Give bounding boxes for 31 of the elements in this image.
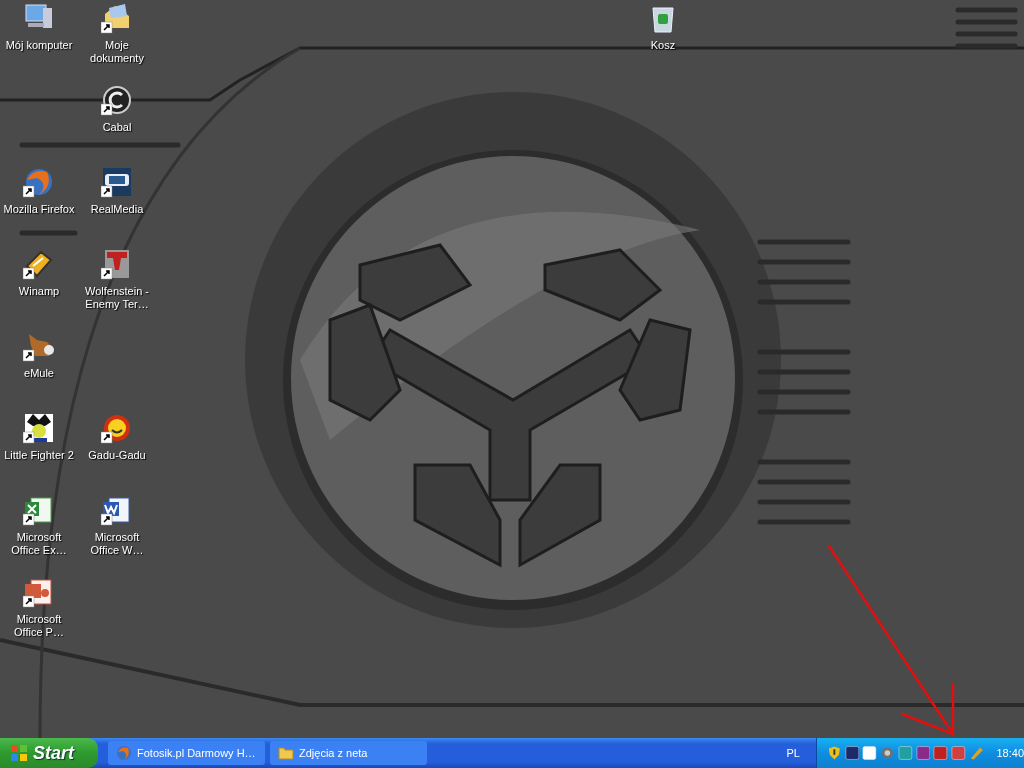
globe-icon [116, 745, 132, 761]
globe-icon[interactable] [23, 166, 55, 198]
icon-label[interactable]: Winamp [1, 285, 77, 298]
language-indicator[interactable]: PL [786, 747, 800, 759]
sun-icon[interactable] [101, 412, 133, 444]
taskbar-button[interactable]: Zdjęcia z neta [270, 741, 427, 765]
icon-label[interactable]: Microsoft Office W… [79, 531, 155, 557]
folder-icon [278, 746, 294, 760]
clock[interactable]: 18:40 [996, 747, 1024, 759]
presentation-icon[interactable] [23, 576, 55, 608]
taskbar-button[interactable]: Fotosik.pl Darmowy H… [108, 741, 265, 765]
character-icon[interactable] [23, 412, 55, 444]
windows-logo-icon [10, 744, 28, 762]
icon-label[interactable]: Mozilla Firefox [1, 203, 77, 216]
icon-label[interactable]: Microsoft Office Ex… [1, 531, 77, 557]
spreadsheet-icon[interactable] [23, 494, 55, 526]
icon-label[interactable]: Mój komputer [1, 39, 77, 52]
shield-icon[interactable] [827, 745, 842, 761]
start-button[interactable]: Start [0, 738, 98, 768]
document-icon[interactable] [101, 494, 133, 526]
icon-label[interactable]: Gadu-Gadu [79, 449, 155, 462]
icon-label[interactable]: eMule [1, 367, 77, 380]
icon-label[interactable]: Little Fighter 2 [1, 449, 77, 462]
icon-label[interactable]: Wolfenstein - Enemy Ter… [79, 285, 155, 311]
icon-label[interactable]: RealMedia [79, 203, 155, 216]
icon-label[interactable]: Cabal [79, 121, 155, 134]
icon-label[interactable]: Kosz [625, 39, 701, 52]
disc-icon[interactable] [101, 84, 133, 116]
media-player-icon[interactable] [101, 166, 133, 198]
icon-label[interactable]: Microsoft Office P… [1, 613, 77, 639]
icon-label[interactable]: Moje dokumenty [79, 39, 155, 65]
